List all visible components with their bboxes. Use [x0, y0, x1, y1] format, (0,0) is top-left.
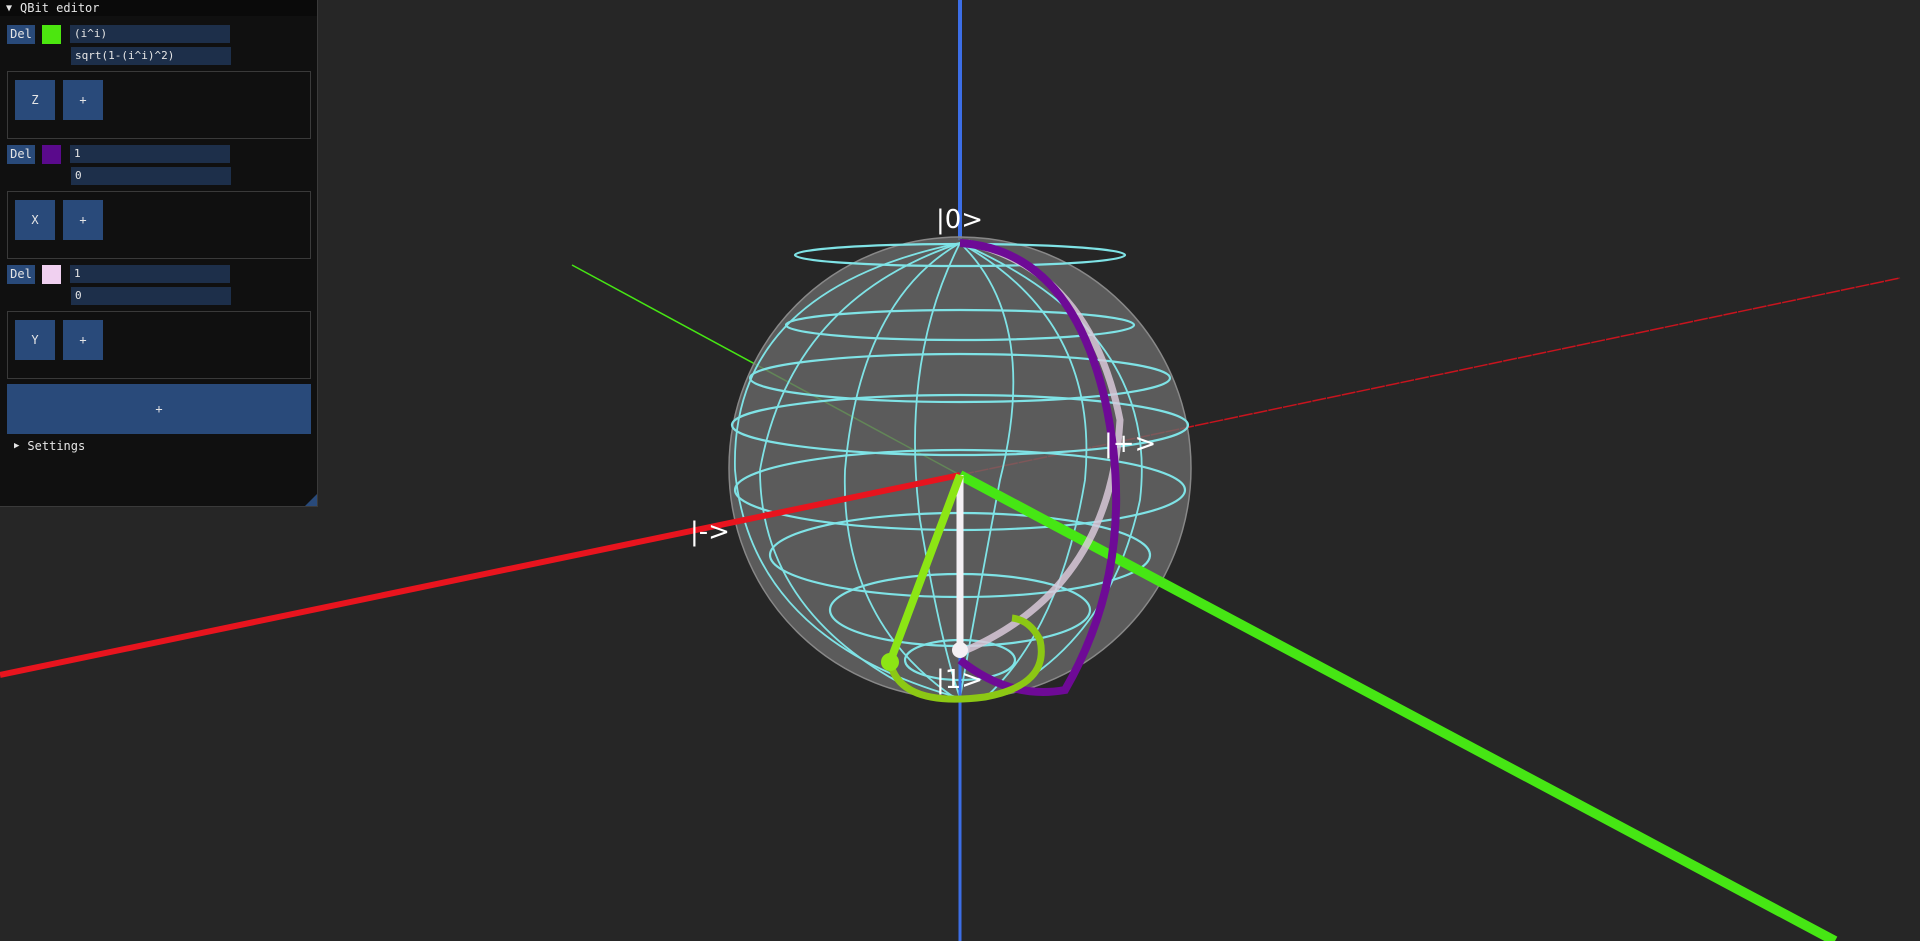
state-point-pink: [952, 642, 968, 658]
ket-one-label: |1>: [936, 665, 983, 695]
delete-qbit-button[interactable]: Del: [7, 264, 35, 284]
qbit-editor-window[interactable]: ▼ QBit editor Del (i^i) sqrt(1-(i^i)^2) …: [0, 0, 318, 507]
add-qbit-button[interactable]: +: [7, 384, 311, 434]
gate-sequence-1: Z +: [7, 71, 311, 139]
add-gate-button[interactable]: +: [63, 80, 103, 120]
amplitude-1-input[interactable]: 0: [71, 287, 231, 305]
gate-button-z[interactable]: Z: [15, 80, 55, 120]
expand-triangle-icon[interactable]: ▶: [14, 441, 19, 451]
qbit-entry-3: Del 1 0: [7, 264, 231, 306]
window-title: QBit editor: [20, 1, 100, 15]
gate-button-x[interactable]: X: [15, 200, 55, 240]
ket-minus-label: |->: [690, 517, 730, 547]
qbit-entry-2: Del 1 0: [7, 144, 231, 186]
amplitude-0-input[interactable]: 1: [70, 265, 230, 283]
amplitude-0-input[interactable]: 1: [70, 145, 230, 163]
delete-qbit-button[interactable]: Del: [7, 24, 35, 44]
amplitude-0-input[interactable]: (i^i): [70, 25, 230, 43]
amplitude-1-input[interactable]: 0: [71, 167, 231, 185]
gate-sequence-2: X +: [7, 191, 311, 259]
qbit-color-swatch[interactable]: [42, 24, 61, 44]
ket-plus-label: |+>: [1104, 429, 1156, 459]
settings-section-header[interactable]: ▶ Settings: [14, 436, 85, 456]
window-title-bar[interactable]: ▼ QBit editor: [0, 0, 317, 16]
state-point-green: [881, 653, 899, 671]
ket-zero-label: |0>: [936, 205, 983, 235]
resize-grip-handle[interactable]: [305, 494, 317, 506]
gate-sequence-3: Y +: [7, 311, 311, 379]
qbit-entry-1: Del (i^i) sqrt(1-(i^i)^2): [7, 24, 231, 66]
delete-qbit-button[interactable]: Del: [7, 144, 35, 164]
gate-button-y[interactable]: Y: [15, 320, 55, 360]
amplitude-1-input[interactable]: sqrt(1-(i^i)^2): [71, 47, 231, 65]
add-gate-button[interactable]: +: [63, 320, 103, 360]
qbit-color-swatch[interactable]: [42, 264, 61, 284]
add-gate-button[interactable]: +: [63, 200, 103, 240]
qbit-color-swatch[interactable]: [42, 144, 61, 164]
settings-label: Settings: [27, 439, 86, 453]
collapse-triangle-icon[interactable]: ▼: [6, 3, 12, 14]
